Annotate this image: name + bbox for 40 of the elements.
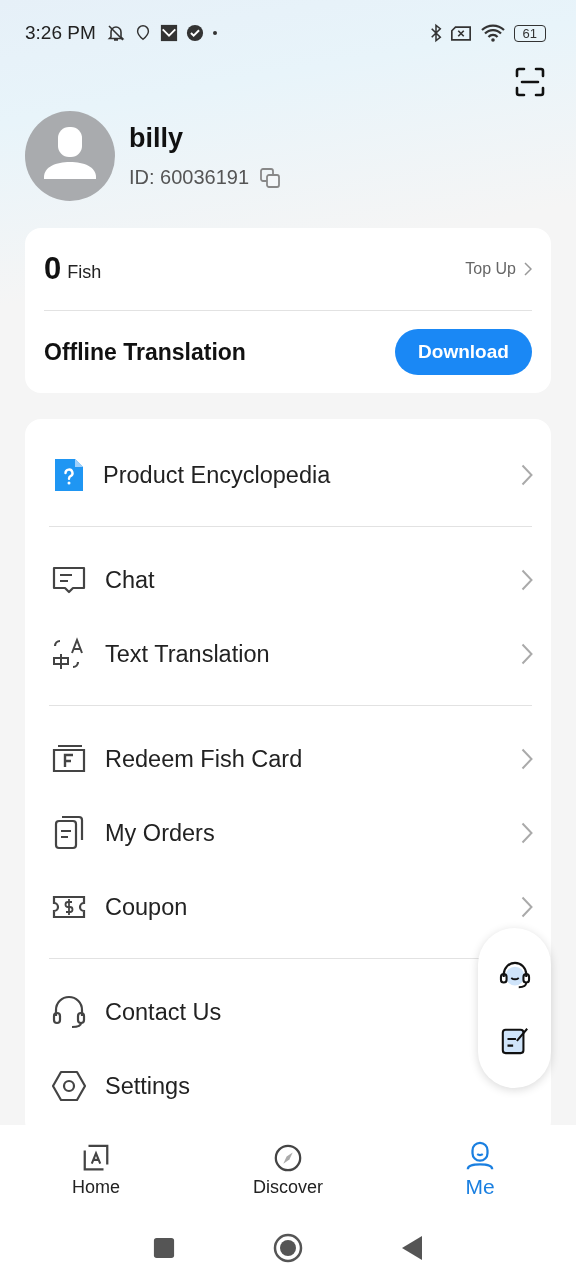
top-up-link[interactable]: Top Up bbox=[465, 260, 516, 278]
offline-translation-title: Offline Translation bbox=[44, 338, 246, 366]
fish-balance: 0 bbox=[44, 251, 62, 287]
menu-item[interactable]: Redeem Fish Card bbox=[25, 722, 551, 796]
feedback-icon[interactable] bbox=[499, 1025, 530, 1055]
headset-icon bbox=[51, 994, 87, 1030]
battery-indicator: 61 bbox=[513, 24, 546, 42]
nav-tab[interactable]: Me bbox=[384, 1125, 576, 1215]
recents-button[interactable] bbox=[153, 1236, 175, 1259]
bell-muted-icon bbox=[105, 23, 126, 43]
menu-item[interactable]: Coupon bbox=[25, 870, 551, 944]
download-button[interactable]: Download bbox=[395, 329, 532, 375]
person-icon bbox=[465, 1141, 495, 1171]
wifi-icon bbox=[479, 23, 506, 43]
check-circle-icon bbox=[185, 24, 204, 42]
dot-icon bbox=[211, 30, 218, 36]
bluetooth-icon bbox=[429, 23, 442, 43]
menu-item[interactable]: Settings bbox=[25, 1049, 551, 1123]
home-icon bbox=[81, 1142, 111, 1173]
home-button[interactable] bbox=[273, 1232, 303, 1263]
scan-button[interactable] bbox=[514, 66, 546, 98]
headset-icon[interactable] bbox=[497, 961, 532, 991]
menu-item[interactable]: My Orders bbox=[25, 796, 551, 870]
menu-item[interactable]: Product Encyclopedia bbox=[25, 438, 551, 512]
user-name: billy bbox=[129, 123, 184, 154]
compass-icon bbox=[273, 1142, 303, 1173]
user-id: ID: 60036191 bbox=[129, 166, 250, 189]
menu-item[interactable]: Contact Us bbox=[25, 975, 551, 1049]
photo-icon bbox=[159, 24, 178, 42]
copy-icon[interactable] bbox=[259, 166, 282, 189]
menu-item[interactable]: Chat bbox=[25, 543, 551, 617]
back-button[interactable] bbox=[401, 1234, 423, 1261]
menu-item[interactable]: Text Translation bbox=[25, 617, 551, 691]
sim-x-icon bbox=[449, 24, 472, 42]
status-time: 3:26 PM bbox=[25, 22, 96, 44]
chevron-icon bbox=[524, 262, 532, 276]
fish-label: Fish bbox=[67, 261, 102, 283]
nav-tab[interactable]: Home bbox=[0, 1125, 192, 1215]
settings-icon bbox=[51, 1068, 87, 1104]
nav-tab[interactable]: Discover bbox=[192, 1125, 384, 1215]
